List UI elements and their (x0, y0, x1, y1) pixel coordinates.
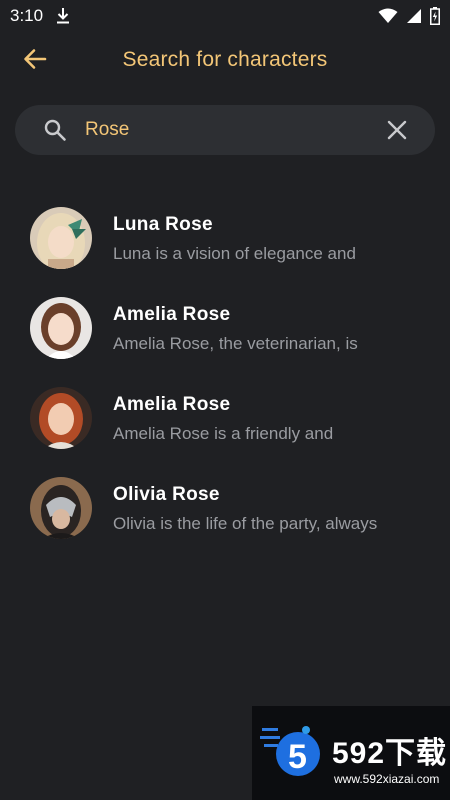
avatar (30, 477, 92, 539)
character-name: Olivia Rose (113, 484, 220, 505)
svg-text:5: 5 (288, 738, 307, 776)
search-input[interactable] (85, 105, 375, 155)
avatar (30, 387, 92, 449)
battery-icon (430, 7, 440, 25)
status-right (378, 7, 440, 25)
status-left: 3:10 (10, 6, 71, 26)
character-name: Amelia Rose (113, 394, 231, 415)
character-name: Luna Rose (113, 214, 213, 235)
brand-logo-icon: 5 (260, 716, 326, 782)
character-item[interactable]: Amelia Rose Amelia Rose, the veterinaria… (0, 285, 450, 375)
character-name: Amelia Rose (113, 304, 231, 325)
character-description: Amelia Rose, the veterinarian, is (113, 334, 358, 353)
search-icon (43, 118, 67, 142)
character-item[interactable]: Olivia Rose Olivia is the life of the pa… (0, 465, 450, 555)
status-bar: 3:10 (0, 0, 450, 32)
close-icon (385, 120, 409, 146)
character-item[interactable]: Luna Rose Luna is a vision of elegance a… (0, 195, 450, 285)
watermark-brand: 592下载 (332, 737, 448, 770)
clear-search-button[interactable] (385, 118, 409, 142)
search-bar (15, 105, 435, 155)
character-item[interactable]: Amelia Rose Amelia Rose is a friendly an… (0, 375, 450, 465)
character-description: Olivia is the life of the party, always (113, 514, 378, 533)
wifi-icon (378, 8, 398, 24)
character-description: Amelia Rose is a friendly and (113, 424, 334, 443)
avatar (30, 297, 92, 359)
watermark: 5 592下载 www.592xiazai.com (252, 706, 450, 800)
status-time: 3:10 (10, 6, 44, 25)
watermark-url: www.592xiazai.com (334, 772, 440, 786)
character-description: Luna is a vision of elegance and (113, 244, 356, 263)
avatar (30, 207, 92, 269)
page-title: Search for characters (122, 48, 328, 71)
screen: 3:10 Search for characters Rose Luna Ros… (0, 0, 450, 800)
header: Search for characters (0, 36, 450, 84)
signal-icon (406, 8, 422, 24)
download-icon (55, 7, 71, 25)
character-list: Luna Rose Luna is a vision of elegance a… (0, 195, 450, 555)
